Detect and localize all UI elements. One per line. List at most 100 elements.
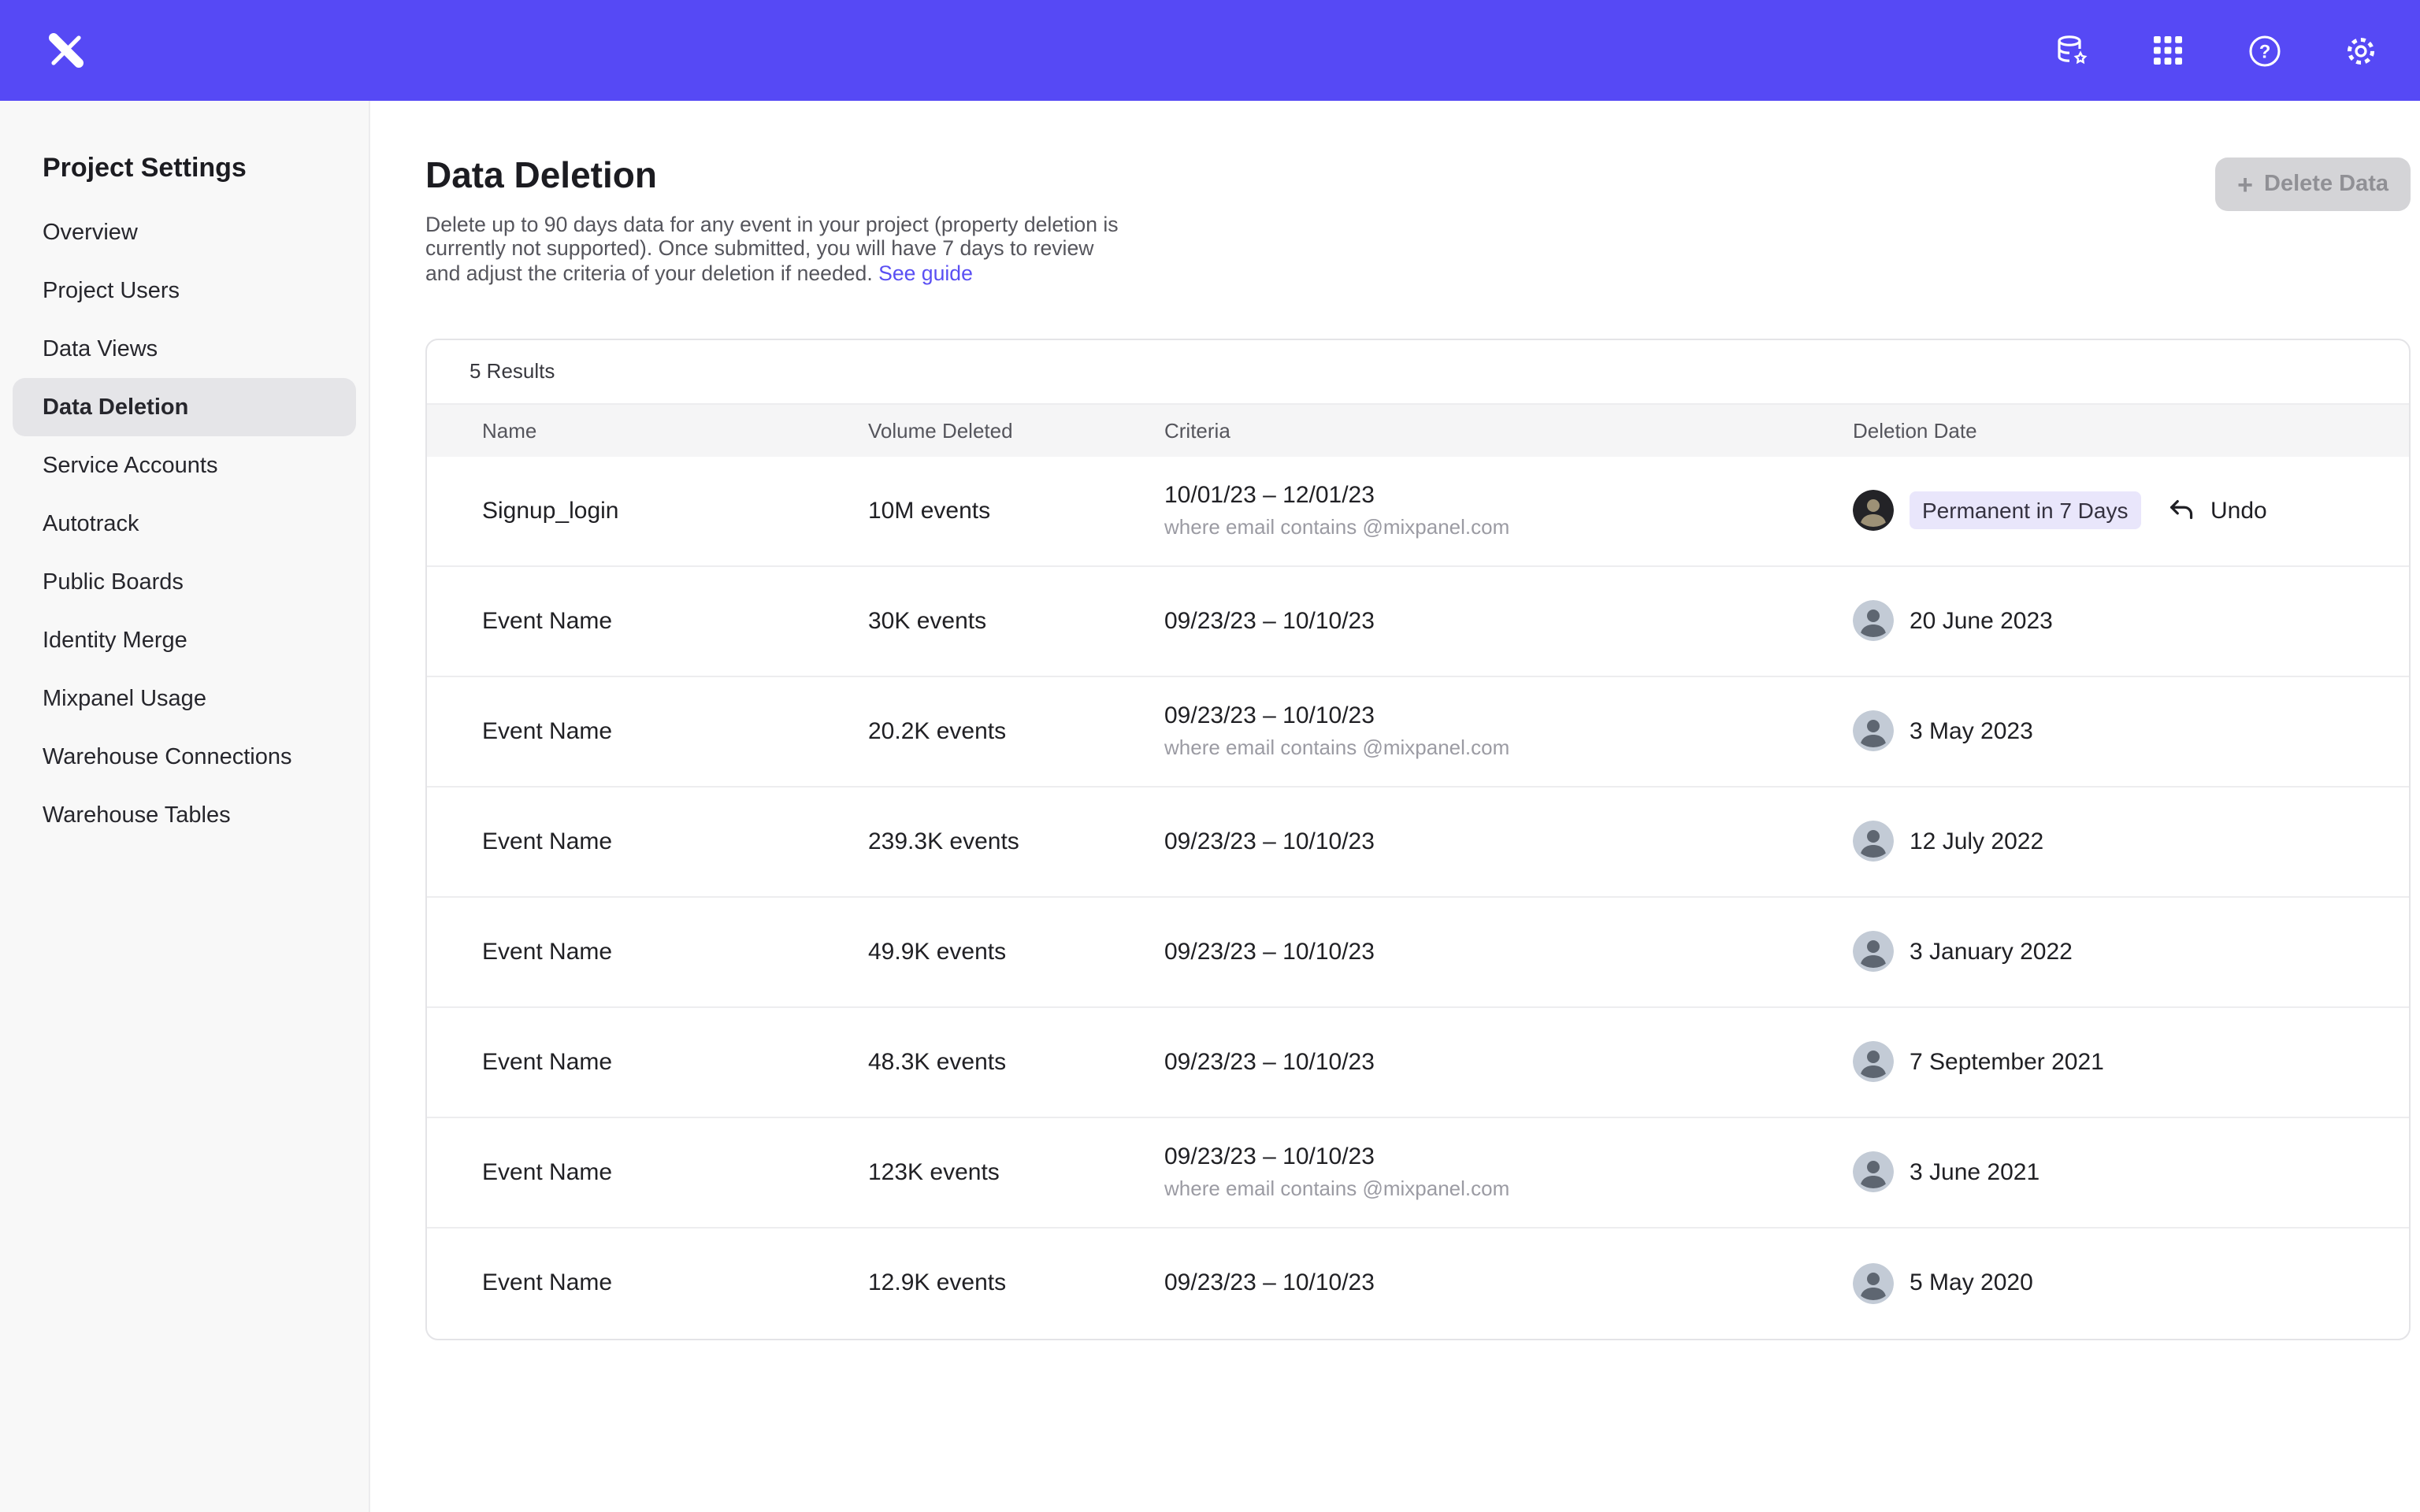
row-criteria: 09/23/23 – 10/10/23: [1164, 828, 1853, 855]
row-volume: 239.3K events: [868, 828, 1164, 855]
avatar: [1853, 711, 1894, 752]
plus-icon: +: [2237, 171, 2253, 198]
deletion-date-text: 3 May 2023: [1910, 718, 2033, 745]
row-name: Event Name: [482, 718, 868, 745]
row-undo-button[interactable]: Undo: [2166, 496, 2371, 526]
row-criteria-range: 09/23/23 – 10/10/23: [1164, 703, 1853, 730]
sidebar-item-data-deletion[interactable]: Data Deletion: [13, 378, 356, 436]
column-header-name: Name: [482, 419, 868, 443]
sidebar-item-label: Mixpanel Usage: [43, 686, 206, 711]
results-count: 5 Results: [427, 340, 2409, 403]
row-criteria: 09/23/23 – 10/10/23: [1164, 939, 1853, 965]
row-criteria-filter: where email contains @mixpanel.com: [1164, 1177, 1853, 1201]
sidebar-item-label: Service Accounts: [43, 453, 217, 478]
avatar: [1853, 1152, 1894, 1193]
delete-data-button[interactable]: + Delete Data: [2215, 158, 2411, 211]
settings-icon[interactable]: [2335, 25, 2385, 76]
sidebar-item-label: Warehouse Connections: [43, 744, 292, 769]
main-content: Data Deletion Delete up to 90 days data …: [370, 101, 2420, 1512]
topbar-icons: ?: [2047, 25, 2385, 76]
row-criteria-range: 09/23/23 – 10/10/23: [1164, 828, 1853, 855]
sidebar-item-project-users[interactable]: Project Users: [13, 261, 356, 320]
delete-data-button-label: Delete Data: [2264, 172, 2388, 197]
sidebar-item-label: Data Deletion: [43, 395, 188, 420]
row-deletion-date: 3 January 2022: [1853, 932, 2166, 973]
deletion-date-text: 7 September 2021: [1910, 1049, 2104, 1076]
row-name: Event Name: [482, 608, 868, 635]
table-row: Event Name 123K events 09/23/23 – 10/10/…: [427, 1118, 2409, 1228]
sidebar-item-label: Identity Merge: [43, 628, 187, 653]
table-body: Signup_login 10M events 10/01/23 – 12/01…: [427, 457, 2409, 1339]
sidebar-item-identity-merge[interactable]: Identity Merge: [13, 611, 356, 669]
sidebar-item-autotrack[interactable]: Autotrack: [13, 495, 356, 553]
row-volume: 12.9K events: [868, 1270, 1164, 1297]
table-row: Event Name 239.3K events 09/23/23 – 10/1…: [427, 788, 2409, 898]
sidebar-item-warehouse-connections[interactable]: Warehouse Connections: [13, 728, 356, 786]
mixpanel-logo-icon[interactable]: [43, 27, 90, 74]
apps-grid-icon[interactable]: [2143, 25, 2193, 76]
sidebar-item-service-accounts[interactable]: Service Accounts: [13, 436, 356, 495]
row-deletion-date: 3 June 2021: [1853, 1152, 2166, 1193]
row-name: Event Name: [482, 1270, 868, 1297]
app-root: ? Project Settings Overview Project User…: [0, 0, 2420, 1512]
table-row: Event Name 49.9K events 09/23/23 – 10/10…: [427, 898, 2409, 1008]
row-criteria-filter: where email contains @mixpanel.com: [1164, 736, 1853, 760]
deletion-date-text: Permanent in 7 Days: [1910, 492, 2140, 530]
avatar: [1853, 932, 1894, 973]
table-header-row: Name Volume Deleted Criteria Deletion Da…: [427, 403, 2409, 457]
sidebar-nav: Overview Project Users Data Views Data D…: [0, 203, 369, 844]
avatar: [1853, 491, 1894, 532]
sidebar-item-data-views[interactable]: Data Views: [13, 320, 356, 378]
row-name: Signup_login: [482, 498, 868, 524]
data-management-icon[interactable]: [2047, 25, 2097, 76]
row-volume: 10M events: [868, 498, 1164, 524]
deletion-date-text: 3 January 2022: [1910, 939, 2073, 965]
avatar: [1853, 821, 1894, 862]
row-criteria: 09/23/23 – 10/10/23: [1164, 1270, 1853, 1297]
sidebar-item-overview[interactable]: Overview: [13, 203, 356, 261]
row-criteria-range: 09/23/23 – 10/10/23: [1164, 1144, 1853, 1171]
row-volume: 48.3K events: [868, 1049, 1164, 1076]
table-row: Event Name 12.9K events 09/23/23 – 10/10…: [427, 1228, 2409, 1339]
sidebar-title: Project Settings: [0, 101, 369, 203]
help-icon[interactable]: ?: [2239, 25, 2289, 76]
row-volume: 123K events: [868, 1159, 1164, 1186]
deletion-table-card: 5 Results Name Volume Deleted Criteria D…: [425, 339, 2411, 1340]
deletion-date-text: 3 June 2021: [1910, 1159, 2040, 1186]
page-description-text: Delete up to 90 days data for any event …: [425, 213, 1119, 284]
row-criteria-filter: where email contains @mixpanel.com: [1164, 516, 1853, 539]
sidebar-item-label: Warehouse Tables: [43, 802, 231, 828]
table-row: Event Name 48.3K events 09/23/23 – 10/10…: [427, 1008, 2409, 1118]
row-criteria: 09/23/23 – 10/10/23: [1164, 608, 1853, 635]
row-criteria-range: 09/23/23 – 10/10/23: [1164, 1049, 1853, 1076]
row-criteria-range: 10/01/23 – 12/01/23: [1164, 483, 1853, 510]
sidebar-item-label: Autotrack: [43, 511, 139, 536]
row-volume: 20.2K events: [868, 718, 1164, 745]
row-name: Event Name: [482, 1159, 868, 1186]
row-criteria-range: 09/23/23 – 10/10/23: [1164, 608, 1853, 635]
column-header-volume: Volume Deleted: [868, 419, 1164, 443]
row-name: Event Name: [482, 828, 868, 855]
sidebar-item-public-boards[interactable]: Public Boards: [13, 553, 356, 611]
main-header: Data Deletion Delete up to 90 days data …: [370, 101, 2420, 285]
table-row: Event Name 30K events 09/23/23 – 10/10/2…: [427, 567, 2409, 677]
row-criteria: 09/23/23 – 10/10/23 where email contains…: [1164, 703, 1853, 760]
row-deletion-date: 20 June 2023: [1853, 601, 2166, 642]
row-deletion-date: Permanent in 7 Days: [1853, 491, 2166, 532]
row-name: Event Name: [482, 1049, 868, 1076]
deletion-date-text: 12 July 2022: [1910, 828, 2043, 855]
sidebar-item-warehouse-tables[interactable]: Warehouse Tables: [13, 786, 356, 844]
sidebar-item-label: Public Boards: [43, 569, 184, 595]
page-description: Delete up to 90 days data for any event …: [425, 213, 1122, 285]
row-criteria: 09/23/23 – 10/10/23 where email contains…: [1164, 1144, 1853, 1201]
sidebar-item-mixpanel-usage[interactable]: Mixpanel Usage: [13, 669, 356, 728]
sidebar-item-label: Project Users: [43, 278, 180, 303]
top-bar: ?: [0, 0, 2420, 101]
undo-icon: [2166, 496, 2196, 526]
column-header-deletion-date: Deletion Date: [1853, 419, 2166, 443]
row-name: Event Name: [482, 939, 868, 965]
row-criteria: 10/01/23 – 12/01/23 where email contains…: [1164, 483, 1853, 539]
see-guide-link[interactable]: See guide: [878, 261, 973, 284]
row-volume: 30K events: [868, 608, 1164, 635]
undo-label: Undo: [2210, 498, 2267, 524]
